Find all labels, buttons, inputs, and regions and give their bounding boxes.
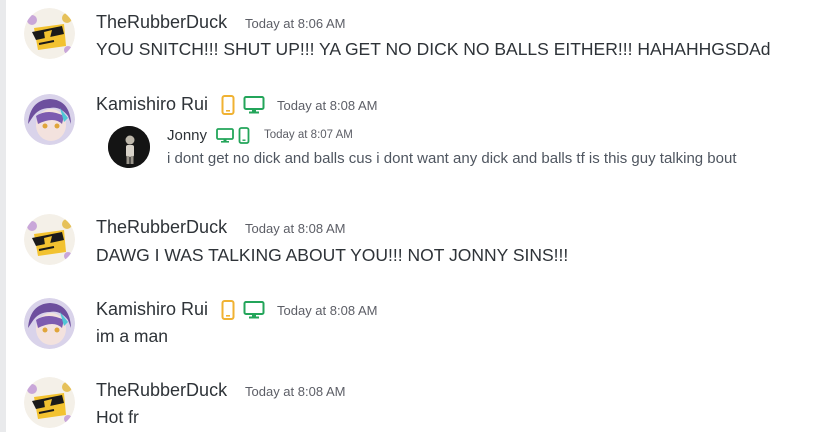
mobile-icon — [221, 95, 235, 120]
avatar-jonny[interactable] — [108, 126, 150, 168]
desktop-icon — [243, 96, 265, 119]
reply-text: i dont get no dick and balls cus i dont … — [167, 150, 737, 167]
mobile-icon — [221, 300, 235, 325]
avatar-kamishiro-rui[interactable] — [24, 94, 75, 145]
desktop-icon — [216, 128, 234, 148]
message-text: im a man — [96, 326, 168, 346]
avatar-therubberduck[interactable] — [24, 377, 75, 428]
message-timestamp: Today at 8:08 AM — [245, 384, 346, 399]
author-name[interactable]: Kamishiro Rui — [96, 298, 208, 320]
left-rail — [0, 0, 6, 432]
message-timestamp: Today at 8:08 AM — [277, 98, 378, 113]
message-text: DAWG I WAS TALKING ABOUT YOU!!! NOT JONN… — [96, 245, 569, 265]
author-name[interactable]: TheRubberDuck — [96, 216, 227, 238]
avatar-kamishiro-rui[interactable] — [24, 298, 75, 349]
avatar-therubberduck[interactable] — [24, 214, 75, 265]
avatar-therubberduck[interactable] — [24, 8, 75, 59]
message-timestamp: Today at 8:08 AM — [277, 303, 378, 318]
reply-timestamp: Today at 8:07 AM — [264, 129, 353, 141]
message-text: YOU SNITCH!!! SHUT UP!!! YA GET NO DICK … — [96, 39, 771, 59]
reply-author-name[interactable]: Jonny — [167, 127, 207, 144]
message-text: Hot fr — [96, 407, 139, 427]
mobile-icon — [238, 127, 250, 149]
message-timestamp: Today at 8:06 AM — [245, 16, 346, 31]
desktop-icon — [243, 301, 265, 324]
author-name[interactable]: TheRubberDuck — [96, 11, 227, 33]
author-name[interactable]: Kamishiro Rui — [96, 93, 208, 115]
message-timestamp: Today at 8:08 AM — [245, 221, 346, 236]
author-name[interactable]: TheRubberDuck — [96, 379, 227, 401]
